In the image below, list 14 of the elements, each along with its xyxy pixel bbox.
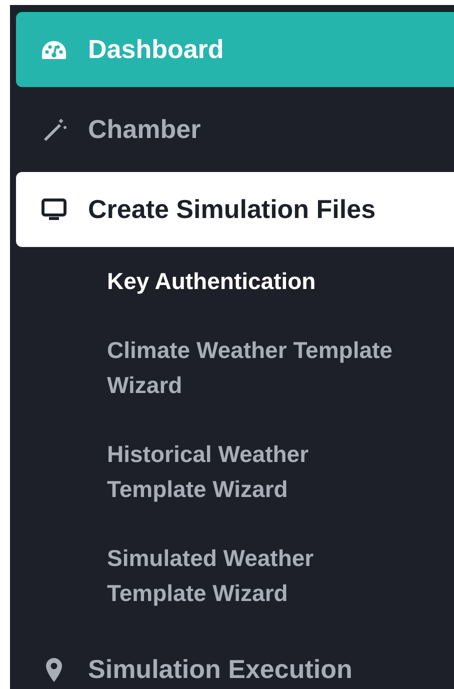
sidebar-item-label: Create Simulation Files bbox=[88, 194, 376, 225]
sidebar-item-label: Chamber bbox=[88, 114, 201, 145]
map-marker-icon bbox=[45, 656, 63, 682]
sidebar-item-label: Simulation Execution bbox=[88, 654, 352, 685]
submenu-item[interactable]: Historical Weather Template Wizard bbox=[107, 437, 402, 507]
submenu-item[interactable]: Key Authentication bbox=[107, 264, 316, 299]
sidebar-item-label: Dashboard bbox=[88, 34, 224, 65]
submenu-item[interactable]: Simulated Weather Template Wizard bbox=[107, 541, 402, 611]
monitor-icon bbox=[41, 198, 67, 222]
submenu-item[interactable]: Climate Weather Template Wizard bbox=[107, 333, 402, 403]
sidebar-item[interactable]: Simulation Execution bbox=[16, 632, 454, 689]
sidebar-item[interactable]: Chamber bbox=[16, 92, 454, 167]
gauge-icon bbox=[41, 38, 67, 60]
sidebar-item[interactable]: Create Simulation Files bbox=[16, 172, 454, 247]
